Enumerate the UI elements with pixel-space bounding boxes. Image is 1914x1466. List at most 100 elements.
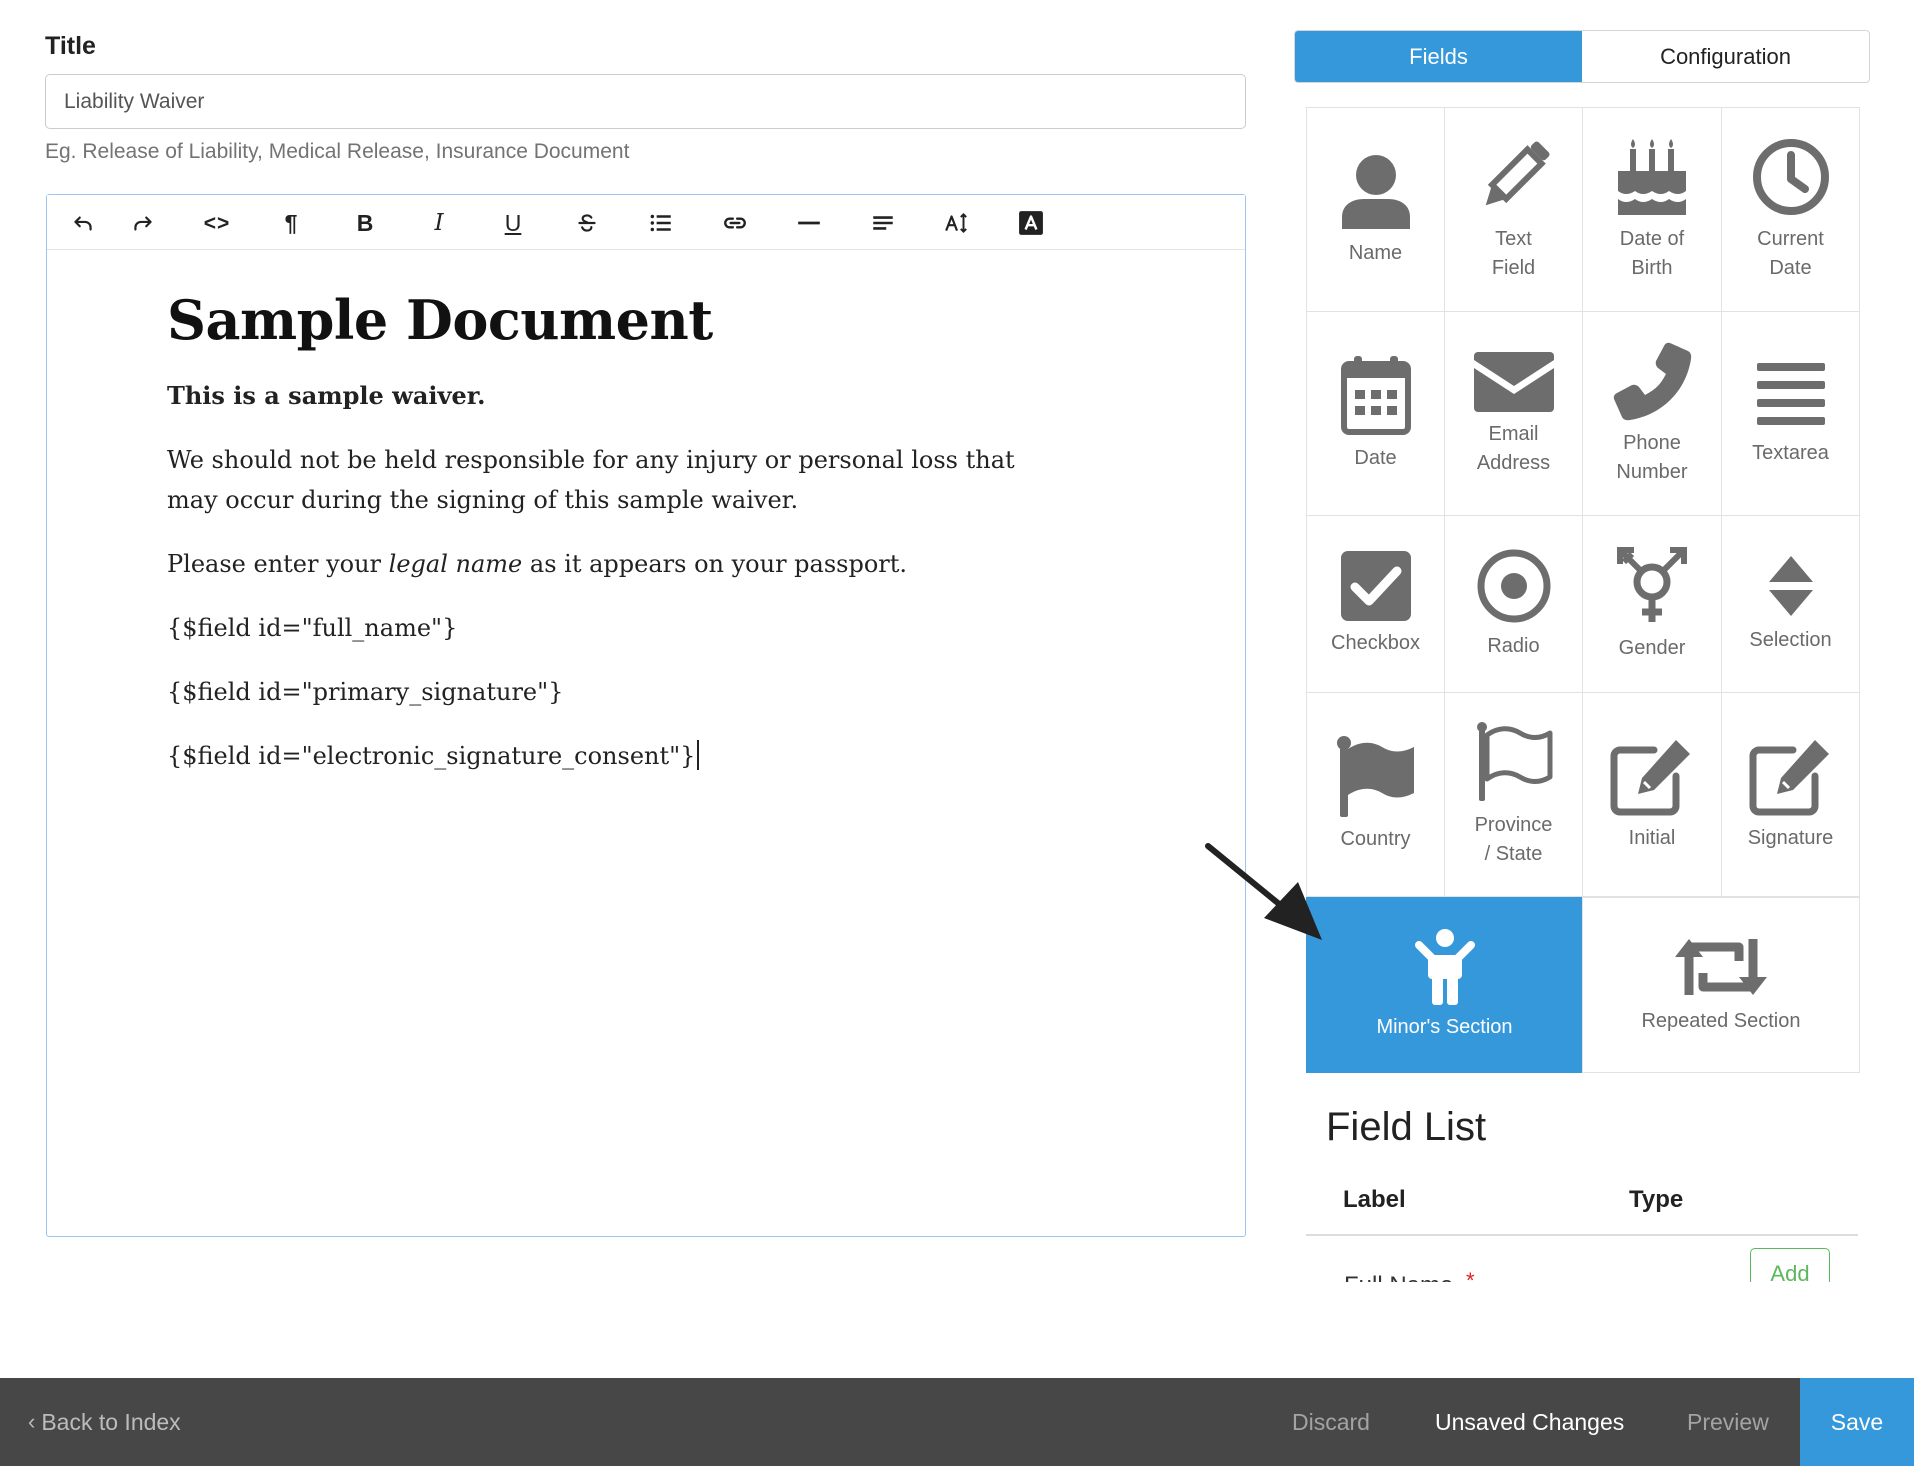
tab-fields[interactable]: Fields xyxy=(1295,31,1582,82)
font-size-icon xyxy=(945,212,967,234)
underline-icon: U xyxy=(504,209,522,236)
pointer-arrow-icon xyxy=(1205,843,1322,940)
text-color-icon xyxy=(1019,211,1043,235)
field-phone-number[interactable]: Phone Number xyxy=(1582,311,1722,516)
rich-text-editor[interactable]: <> ¶ B I U Sample Document This is a sam… xyxy=(46,194,1246,1237)
link-button[interactable] xyxy=(718,207,752,239)
field-minors-section[interactable]: Minor's Section xyxy=(1306,897,1583,1073)
field-province-state[interactable]: Province / State xyxy=(1444,692,1583,897)
edit-square-icon xyxy=(1610,740,1690,816)
field-gender[interactable]: Gender xyxy=(1582,515,1722,693)
field-gender-label: Gender xyxy=(1618,636,1686,659)
checkbox-icon xyxy=(1340,550,1411,621)
paragraph-2-emphasis: legal name xyxy=(388,550,523,579)
chevron-left-icon: ‹ xyxy=(28,1409,36,1434)
unsaved-changes-status: Unsaved Changes xyxy=(1435,1408,1625,1435)
retweet-icon xyxy=(1675,938,1767,995)
document-lead: This is a sample waiver. xyxy=(167,381,486,411)
user-icon xyxy=(1341,155,1410,229)
field-country-label: Country xyxy=(1340,828,1411,850)
phone-icon xyxy=(1613,342,1692,420)
horizontal-rule-button[interactable] xyxy=(792,207,826,239)
field-phone-number-label: Phone Number xyxy=(1616,429,1687,487)
field-text-field[interactable]: Text Field xyxy=(1444,107,1583,312)
field-email-address[interactable]: Email Address xyxy=(1444,311,1583,516)
label-line-1: Email xyxy=(1488,422,1539,445)
field-list-row-label[interactable]: Full Name xyxy=(1344,1272,1453,1282)
field-initial[interactable]: Initial xyxy=(1582,692,1722,897)
field-date-of-birth-label: Date of Birth xyxy=(1620,225,1684,283)
align-icon xyxy=(873,216,893,230)
field-selection[interactable]: Selection xyxy=(1721,515,1860,693)
calendar-icon xyxy=(1340,356,1411,435)
field-date-label: Date xyxy=(1354,447,1397,469)
bold-button[interactable]: B xyxy=(348,207,382,239)
label-line-1: Phone xyxy=(1623,431,1681,454)
document-body[interactable]: Sample Document This is a sample waiver.… xyxy=(167,290,1127,800)
document-field-primary-signature: {$field id="primary_signature"} xyxy=(167,678,564,707)
field-list-title: Field List xyxy=(1326,1105,1487,1149)
field-radio-label: Radio xyxy=(1487,634,1540,657)
undo-icon xyxy=(74,216,92,231)
save-button[interactable]: Save xyxy=(1800,1378,1914,1466)
field-current-date[interactable]: Current Date xyxy=(1721,107,1860,312)
text-color-button[interactable] xyxy=(1014,207,1048,239)
field-signature[interactable]: Signature xyxy=(1721,692,1860,897)
add-button[interactable]: Add xyxy=(1750,1248,1830,1282)
tab-configuration[interactable]: Configuration xyxy=(1582,31,1869,82)
strikethrough-icon xyxy=(578,214,596,232)
code-button[interactable]: <> xyxy=(200,207,234,239)
text-cursor xyxy=(697,740,700,771)
redo-icon xyxy=(134,216,152,231)
align-button[interactable] xyxy=(866,207,900,239)
field-repeated-section-label: Repeated Section xyxy=(1641,1009,1801,1032)
field-textarea[interactable]: Textarea xyxy=(1721,311,1860,516)
underline-button[interactable]: U xyxy=(496,207,530,239)
field-checkbox-label: Checkbox xyxy=(1331,631,1420,654)
italic-button[interactable]: I xyxy=(422,207,456,239)
editor-toolbar: <> ¶ B I U xyxy=(47,195,1245,250)
discard-button[interactable]: Discard xyxy=(1292,1378,1370,1466)
field-list-col-type: Type xyxy=(1629,1186,1684,1213)
textarea-lines-icon xyxy=(1756,363,1825,425)
back-to-index-link[interactable]: ‹ Back to Index xyxy=(28,1378,181,1466)
bold-icon: B xyxy=(356,209,374,236)
sort-arrows-icon xyxy=(1768,555,1813,616)
preview-button[interactable]: Preview xyxy=(1687,1378,1769,1466)
label-line-2: Field xyxy=(1491,256,1536,279)
label-line-2: Address xyxy=(1476,451,1551,474)
envelope-icon xyxy=(1473,351,1554,412)
field-textarea-label: Textarea xyxy=(1752,442,1829,464)
list-button[interactable] xyxy=(644,207,678,239)
font-size-button[interactable] xyxy=(940,207,974,239)
redo-button[interactable] xyxy=(126,207,160,239)
title-input[interactable] xyxy=(45,74,1246,129)
document-paragraph-1: We should not be held responsible for an… xyxy=(167,446,1015,515)
gender-icon xyxy=(1617,546,1687,622)
paragraph-2-text-start: Please enter your xyxy=(167,550,389,579)
label-line-2: Birth xyxy=(1631,256,1673,279)
field-email-address-label: Email Address xyxy=(1477,420,1550,478)
paragraph-button[interactable]: ¶ xyxy=(274,207,308,239)
field-date[interactable]: Date xyxy=(1306,311,1445,516)
field-radio[interactable]: Radio xyxy=(1444,515,1583,693)
field-current-date-label: Current Date xyxy=(1757,225,1824,283)
undo-button[interactable] xyxy=(66,207,100,239)
field-name[interactable]: Name xyxy=(1306,107,1445,312)
label-line-1: Province xyxy=(1474,813,1553,836)
field-repeated-section[interactable]: Repeated Section xyxy=(1582,897,1860,1073)
birthday-cake-icon xyxy=(1618,138,1686,215)
field-checkbox[interactable]: Checkbox xyxy=(1306,515,1445,693)
panel-tabs: Fields Configuration xyxy=(1294,30,1870,83)
field-date-of-birth[interactable]: Date of Birth xyxy=(1582,107,1722,312)
field-signature-label: Signature xyxy=(1747,827,1834,849)
field-name-label: Name xyxy=(1348,242,1403,264)
title-hint: Eg. Release of Liability, Medical Releas… xyxy=(45,140,630,163)
label-line-1: Current xyxy=(1757,227,1824,250)
radio-icon xyxy=(1477,549,1550,622)
strikethrough-button[interactable] xyxy=(570,207,604,239)
document-field-full-name: {$field id="full_name"} xyxy=(167,614,458,643)
label-line-1: Date of xyxy=(1619,227,1685,250)
flag-solid-icon xyxy=(1336,736,1414,817)
label-line-2: Date xyxy=(1769,256,1812,279)
